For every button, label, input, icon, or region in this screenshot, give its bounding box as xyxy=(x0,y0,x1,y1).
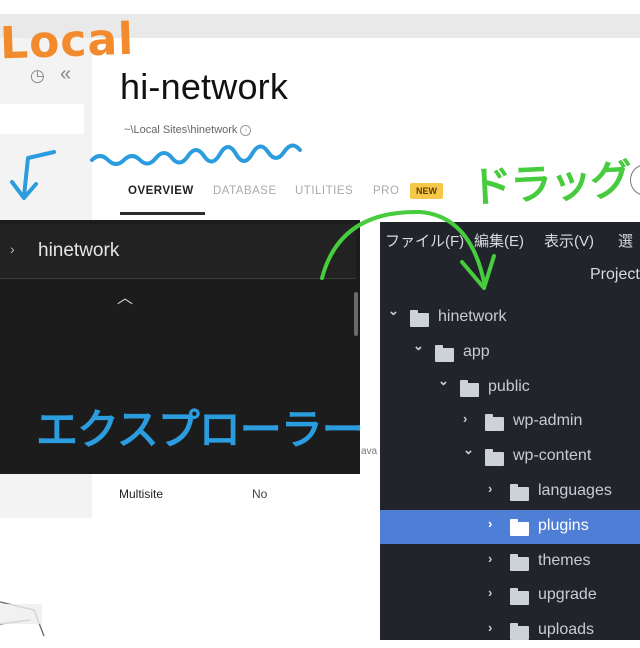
blue-down-arrow-icon xyxy=(22,150,56,198)
annotation-strokes xyxy=(0,143,496,637)
blue-wavy-underline xyxy=(90,143,302,166)
green-curved-arrow-icon xyxy=(320,209,486,284)
